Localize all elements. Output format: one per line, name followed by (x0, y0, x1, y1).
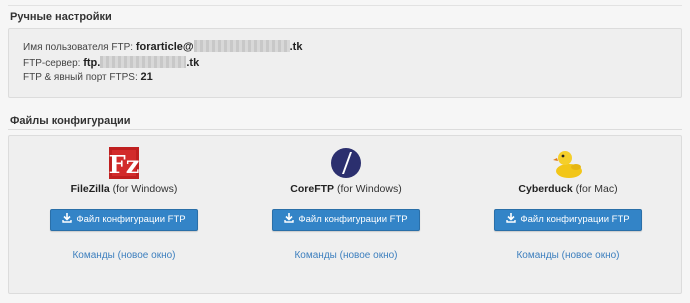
manual-settings-panel: Имя пользователя FTP: forarticle@ .tk FTP… (8, 28, 682, 98)
config-files-title: Файлы конфигурации (10, 115, 131, 127)
client-name: FileZilla (for Windows) (70, 183, 178, 195)
ftp-config-download-button[interactable]: Файл конфигурации FTP (494, 209, 642, 231)
manual-settings-title: Ручные настройки (10, 11, 112, 23)
cyberduck-icon (552, 146, 584, 180)
section-divider (8, 129, 682, 130)
svg-text:Fz: Fz (109, 150, 140, 179)
ftp-port-label: FTP & явный порт FTPS: (23, 72, 138, 83)
commands-link[interactable]: Команды (новое окно) (24, 250, 224, 261)
ftp-server-row: FTP-сервер: ftp. .tk (23, 56, 199, 69)
client-filezilla: Fz FileZilla (for Windows) Файл конфигур… (24, 146, 224, 276)
redacted-block (100, 56, 187, 69)
commands-link[interactable]: Команды (новое окно) (468, 250, 668, 261)
ftp-server-label: FTP-сервер: (23, 58, 81, 69)
top-divider (8, 5, 682, 6)
ftp-port-row: FTP & явный порт FTPS: 21 (23, 71, 153, 83)
ftp-username-value[interactable]: forarticle@ .tk (136, 40, 302, 53)
ftp-config-download-button[interactable]: Файл конфигурации FTP (50, 209, 198, 231)
config-files-panel: Fz FileZilla (for Windows) Файл конфигур… (8, 135, 682, 294)
filezilla-icon: Fz (108, 146, 140, 180)
ftp-username-row: Имя пользователя FTP: forarticle@ .tk (23, 40, 302, 53)
coreftp-icon (330, 146, 362, 180)
client-name: Cyberduck (for Mac) (518, 183, 618, 195)
client-name: CoreFTP (for Windows) (290, 183, 402, 195)
redacted-block (193, 40, 290, 53)
client-cyberduck: Cyberduck (for Mac) Файл конфигурации FT… (468, 146, 668, 276)
ftp-config-download-button[interactable]: Файл конфигурации FTP (272, 209, 420, 231)
download-icon (506, 211, 517, 223)
ftp-port-value: 21 (140, 71, 153, 83)
download-icon (62, 211, 73, 223)
ftp-server-value[interactable]: ftp. .tk (83, 56, 199, 69)
client-coreftp: CoreFTP (for Windows) Файл конфигурации … (246, 146, 446, 276)
commands-link[interactable]: Команды (новое окно) (246, 250, 446, 261)
download-icon (284, 211, 295, 223)
ftp-username-label: Имя пользователя FTP: (23, 42, 134, 53)
